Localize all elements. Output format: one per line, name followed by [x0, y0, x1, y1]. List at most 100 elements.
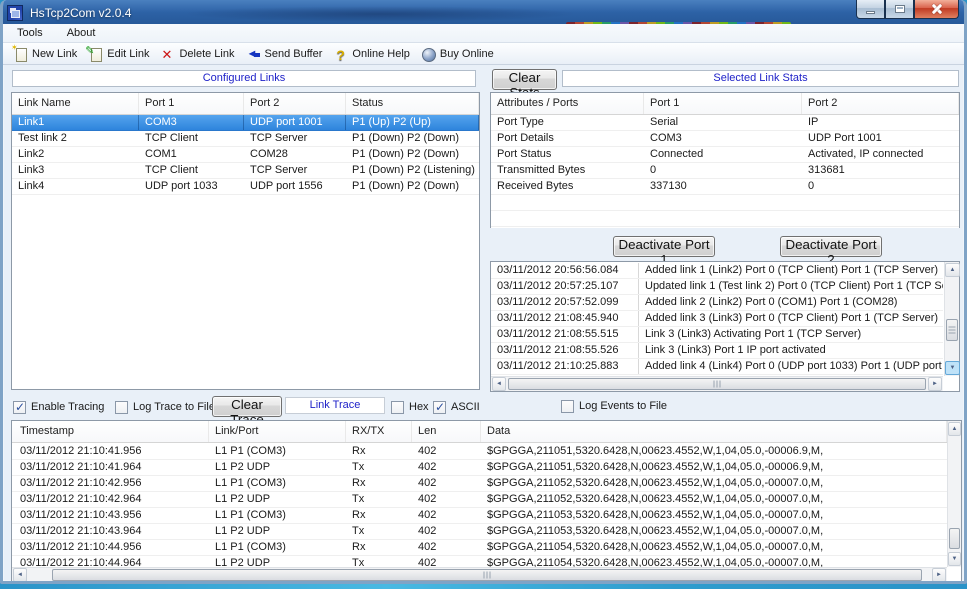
new-link-button[interactable]: New Link — [9, 45, 84, 63]
trace-row[interactable]: 03/11/2012 21:10:42.956L1 P1 (COM3)Rx402… — [12, 476, 947, 492]
trace-row[interactable]: 03/11/2012 21:10:44.964L1 P2 UDPTx402$GP… — [12, 556, 947, 567]
event-row[interactable]: 03/11/2012 21:10:25.883Added link 4 (Lin… — [491, 359, 943, 375]
trace-row[interactable]: 03/11/2012 21:10:41.956L1 P1 (COM3)Rx402… — [12, 444, 947, 460]
stats-row[interactable]: Port StatusConnectedActivated, IP connec… — [491, 147, 959, 163]
events-scroll-thumb[interactable] — [946, 319, 958, 341]
log-trace-to-file-checkbox[interactable]: Log Trace to File — [115, 400, 215, 414]
event-row[interactable]: 03/11/2012 21:08:55.515Link 3 (Link3) Ac… — [491, 327, 943, 343]
maximize-icon — [895, 5, 905, 13]
trace-cell-rxtx: Rx — [346, 476, 412, 491]
app-window: HsTcp2Com v2.0.4 Tools About New Link Edi… — [0, 0, 967, 584]
stats-row[interactable]: Port DetailsCOM3UDP Port 1001 — [491, 131, 959, 147]
titlebar[interactable]: HsTcp2Com v2.0.4 — [0, 0, 967, 27]
column-header-data[interactable]: Data — [481, 421, 947, 442]
column-header-len[interactable]: Len — [412, 421, 481, 442]
maximize-button[interactable] — [885, 0, 914, 19]
event-row[interactable]: 03/11/2012 21:08:55.526Link 3 (Link3) Po… — [491, 343, 943, 359]
link-row[interactable]: Link1COM3UDP port 1001P1 (Up) P2 (Up) — [12, 115, 479, 131]
trace-cell-len: 402 — [412, 460, 481, 475]
link-cell-name: Link3 — [12, 163, 139, 178]
event-row[interactable]: 03/11/2012 20:57:25.107Updated link 1 (T… — [491, 279, 943, 295]
enable-tracing-checkbox[interactable]: Enable Tracing — [13, 400, 104, 414]
clear-stats-button[interactable]: Clear Stats — [492, 69, 557, 90]
scroll-left-icon[interactable]: ◄ — [492, 377, 506, 391]
buy-online-label: Buy Online — [440, 48, 494, 60]
column-header-port2[interactable]: Port 2 — [244, 93, 346, 114]
scroll-left-icon[interactable]: ◄ — [13, 568, 27, 582]
deactivate-port1-button[interactable]: Deactivate Port 1 — [613, 236, 715, 257]
trace-hscroll-thumb[interactable] — [52, 569, 922, 581]
trace-cell-linkport: L1 P2 UDP — [209, 460, 346, 475]
trace-horizontal-scrollbar[interactable]: ◄ ► — [12, 567, 947, 582]
stats-row[interactable]: Port TypeSerialIP — [491, 115, 959, 131]
log-events-to-file-checkbox[interactable]: Log Events to File — [561, 399, 667, 413]
event-row[interactable]: 03/11/2012 21:08:45.940Added link 3 (Lin… — [491, 311, 943, 327]
column-header-stats-port1[interactable]: Port 1 — [644, 93, 802, 114]
link-row[interactable]: Link3TCP ClientTCP ServerP1 (Down) P2 (L… — [12, 163, 479, 179]
delete-link-button[interactable]: Delete Link — [156, 45, 241, 63]
event-row[interactable]: 03/11/2012 20:56:56.084Added link 1 (Lin… — [491, 263, 943, 279]
events-horizontal-scrollbar[interactable]: ◄ ► — [491, 376, 943, 391]
minimize-button[interactable] — [856, 0, 885, 19]
stats-row[interactable]: Transmitted Bytes0313681 — [491, 163, 959, 179]
ascii-checkbox[interactable]: ASCII — [433, 400, 480, 414]
trace-row[interactable]: 03/11/2012 21:10:43.964L1 P2 UDPTx402$GP… — [12, 524, 947, 540]
event-row[interactable]: 03/11/2012 20:57:52.099Added link 2 (Lin… — [491, 295, 943, 311]
link-cell-port1: TCP Client — [139, 131, 244, 146]
stats-cell-p1: 0 — [644, 163, 802, 178]
close-button[interactable] — [914, 0, 959, 19]
app-icon — [7, 5, 23, 21]
delete-link-icon — [160, 47, 175, 61]
new-link-label: New Link — [32, 48, 77, 60]
link-row[interactable]: Link4UDP port 1033UDP port 1556P1 (Down)… — [12, 179, 479, 195]
deactivate-port2-button[interactable]: Deactivate Port 2 — [780, 236, 882, 257]
column-header-status[interactable]: Status — [346, 93, 479, 114]
column-header-attributes[interactable]: Attributes / Ports — [491, 93, 644, 114]
hex-checkbox[interactable]: Hex — [391, 400, 429, 414]
events-vertical-scrollbar[interactable]: ▲ ▼ — [944, 262, 959, 376]
column-header-rxtx[interactable]: RX/TX — [346, 421, 412, 442]
trace-cell-len: 402 — [412, 508, 481, 523]
scroll-down-icon[interactable]: ▼ — [948, 552, 961, 566]
column-header-link-name[interactable]: Link Name — [12, 93, 139, 114]
send-buffer-button[interactable]: Send Buffer — [242, 45, 330, 63]
column-header-timestamp[interactable]: Timestamp — [12, 421, 209, 442]
events-hscroll-thumb[interactable] — [508, 378, 926, 390]
event-time: 03/11/2012 21:08:45.940 — [491, 311, 639, 326]
menu-tools[interactable]: Tools — [13, 26, 47, 40]
trace-cell-data: $GPGGA,211053,5320.6428,N,00623.4552,W,1… — [481, 524, 947, 539]
buy-online-button[interactable]: Buy Online — [417, 45, 501, 63]
scroll-down-icon[interactable]: ▼ — [945, 361, 960, 375]
link-stats-table-header: Attributes / Ports Port 1 Port 2 — [491, 93, 959, 115]
link-row[interactable]: Link2COM1COM28P1 (Down) P2 (Down) — [12, 147, 479, 163]
column-header-linkport[interactable]: Link/Port — [209, 421, 346, 442]
clear-trace-button[interactable]: Clear Trace — [212, 396, 282, 417]
trace-table-header: Timestamp Link/Port RX/TX Len Data — [12, 421, 947, 443]
configured-links-header: Configured Links — [12, 70, 476, 87]
edit-link-button[interactable]: Edit Link — [84, 45, 156, 63]
link-cell-port1: COM1 — [139, 147, 244, 162]
menu-about[interactable]: About — [63, 26, 100, 40]
checkbox-icon — [115, 401, 128, 414]
link-cell-name: Link4 — [12, 179, 139, 194]
trace-row[interactable]: 03/11/2012 21:10:44.956L1 P1 (COM3)Rx402… — [12, 540, 947, 556]
scroll-right-icon[interactable]: ► — [928, 377, 942, 391]
scroll-right-icon[interactable]: ► — [932, 568, 946, 582]
trace-row[interactable]: 03/11/2012 21:10:42.964L1 P2 UDPTx402$GP… — [12, 492, 947, 508]
column-header-stats-port2[interactable]: Port 2 — [802, 93, 959, 114]
scroll-up-icon[interactable]: ▲ — [945, 263, 960, 277]
buy-online-icon — [421, 47, 436, 61]
column-header-port1[interactable]: Port 1 — [139, 93, 244, 114]
checkbox-icon — [391, 401, 404, 414]
trace-row[interactable]: 03/11/2012 21:10:41.964L1 P2 UDPTx402$GP… — [12, 460, 947, 476]
stats-row[interactable]: Received Bytes3371300 — [491, 179, 959, 195]
menubar: Tools About — [3, 24, 964, 43]
trace-row[interactable]: 03/11/2012 21:10:43.956L1 P1 (COM3)Rx402… — [12, 508, 947, 524]
trace-scroll-thumb[interactable] — [949, 528, 960, 549]
checkbox-checked-icon — [433, 401, 446, 414]
scroll-up-icon[interactable]: ▲ — [948, 422, 961, 436]
trace-vertical-scrollbar[interactable]: ▲ ▼ — [947, 421, 961, 567]
online-help-button[interactable]: Online Help — [329, 45, 416, 63]
link-row[interactable]: Test link 2TCP ClientTCP ServerP1 (Down)… — [12, 131, 479, 147]
configured-links-table-header: Link Name Port 1 Port 2 Status — [12, 93, 479, 115]
